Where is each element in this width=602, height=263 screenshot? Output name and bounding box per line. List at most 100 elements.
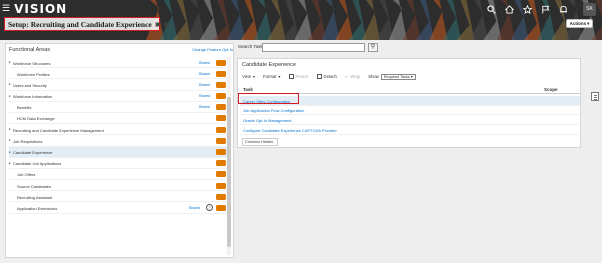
functional-area-label: Application Extensions (17, 205, 58, 211)
highlight-box (238, 93, 299, 104)
edit-toggle-icon[interactable] (216, 93, 226, 100)
functional-area-row[interactable]: Recruiting Assistant (9, 191, 228, 203)
edit-toggle-icon[interactable] (216, 137, 226, 144)
search-tasks-input[interactable] (262, 43, 365, 52)
column-task[interactable]: Task (243, 87, 253, 92)
functional-area-label: Benefits (17, 105, 32, 111)
search-button[interactable]: ⚲ (368, 43, 378, 52)
help-icon[interactable]: ⓘ (172, 20, 178, 29)
task-link[interactable]: Configure Candidate Experience CAPTCHA P… (243, 128, 337, 133)
search-icon[interactable] (487, 5, 496, 14)
functional-area-label: Recruiting Assistant (17, 194, 53, 200)
brand: ☰ VISION (2, 2, 67, 16)
wrap-icon: ↵ (344, 74, 349, 79)
task-row[interactable]: Configure Candidate Experience CAPTCHA P… (240, 125, 580, 135)
search-icon: ⚲ (370, 44, 376, 50)
edit-toggle-icon[interactable] (216, 104, 226, 111)
expand-icon[interactable]: ▸ (9, 138, 11, 142)
shared-link[interactable]: Shared (189, 206, 200, 210)
task-row[interactable]: Oracle Opt-In Management (240, 116, 580, 126)
edit-toggle-icon[interactable] (216, 126, 226, 133)
home-icon[interactable] (505, 5, 514, 14)
functional-area-row[interactable]: Workforce Profiles Shared (9, 68, 228, 80)
functional-area-row[interactable]: ▸ Users and Security Shared (9, 79, 228, 91)
header-icons: SK (487, 3, 596, 16)
functional-area-label: Job Requisitions (13, 138, 43, 144)
edit-toggle-icon[interactable] (216, 81, 226, 88)
flag-icon[interactable] (541, 5, 550, 14)
edit-toggle-icon[interactable] (216, 171, 226, 178)
actions-button[interactable]: Actions ▾ (566, 19, 593, 28)
functional-area-row[interactable]: ▸ Job Requisitions (9, 135, 228, 147)
wrap-button[interactable]: ↵ Wrap (345, 74, 360, 79)
hamburger-icon[interactable]: ☰ (2, 4, 10, 13)
edit-toggle-icon[interactable] (216, 115, 226, 122)
menu-grid-icon[interactable]: ▦ (163, 21, 169, 28)
show-select[interactable]: Required Tasks ▾ (380, 73, 416, 80)
shared-link[interactable]: Shared (199, 94, 210, 98)
shared-link[interactable]: Shared (199, 61, 210, 65)
expand-icon[interactable]: ▸ (9, 150, 11, 154)
edit-toggle-icon[interactable] (216, 182, 226, 189)
detach-label: Detach (323, 74, 337, 79)
shared-link[interactable]: Shared (199, 83, 210, 87)
functional-area-label: Candidate Job Applications (13, 161, 62, 167)
detach-icon (316, 74, 322, 79)
view-menu[interactable]: View ▾ (242, 74, 255, 79)
show-label: Show (368, 74, 379, 79)
help-icon[interactable]: ? (206, 204, 213, 212)
logo[interactable]: VISION (14, 2, 67, 16)
actions-label: Actions (569, 21, 587, 26)
column-scope[interactable]: Scope (544, 87, 558, 92)
edit-toggle-icon[interactable] (216, 193, 226, 200)
edit-toggle-icon[interactable] (216, 160, 226, 167)
freeze-button[interactable]: Freeze (288, 74, 309, 79)
edit-toggle-icon[interactable] (216, 149, 226, 155)
functional-area-label: Workforce Structures (13, 60, 51, 66)
columns-hidden-label: Columns Hidden (245, 140, 274, 144)
expand-icon[interactable]: ▸ (9, 94, 11, 98)
scrollbar[interactable] (227, 57, 231, 255)
page-title: Setup: Recruiting and Candidate Experien… (8, 19, 152, 29)
functional-area-row[interactable]: Application Extensions Shared? (9, 202, 228, 214)
edit-toggle-icon[interactable] (216, 204, 226, 211)
functional-area-row[interactable]: ▸ Recruiting and Candidate Experience Ma… (9, 124, 228, 136)
task-row[interactable]: Job Application Flow Configuration (240, 106, 580, 116)
expand-icon[interactable]: ▸ (9, 82, 11, 86)
expand-icon[interactable]: ▸ (9, 161, 11, 165)
change-feature-opt-in-link[interactable]: Change Feature Opt In (192, 47, 233, 52)
view-label: View (242, 74, 252, 79)
functional-area-row[interactable]: Source Candidates (9, 180, 228, 192)
video-icon[interactable]: ▣ (155, 21, 161, 28)
detach-button[interactable]: Detach (316, 74, 337, 79)
functional-area-row[interactable]: ▸ Workforce Structures Shared (9, 57, 228, 69)
star-icon[interactable] (523, 5, 532, 14)
functional-area-row[interactable]: ▸ Candidate Job Applications (9, 158, 228, 169)
functional-area-label: Job Offers (17, 172, 36, 178)
task-link[interactable]: Oracle Opt-In Management (243, 118, 291, 123)
columns-hidden-indicator[interactable]: Columns Hidden (242, 138, 278, 146)
expand-icon[interactable]: ▸ (9, 127, 11, 131)
task-link[interactable]: Job Application Flow Configuration (243, 108, 304, 113)
functional-area-label: Candidate Experience (13, 150, 53, 155)
functional-area-row[interactable]: Job Offers (9, 169, 228, 181)
functional-area-row[interactable]: ▸ Candidate Experience (9, 146, 228, 158)
functional-areas-panel: Functional Areas Change Feature Opt In ▸… (5, 43, 234, 258)
edit-toggle-icon[interactable] (216, 70, 226, 77)
scrollbar-thumb[interactable] (227, 97, 231, 247)
functional-area-row[interactable]: HCM Data Exchange (9, 113, 228, 125)
avatar[interactable]: SK (583, 3, 596, 16)
shared-link[interactable]: Shared (199, 105, 210, 109)
side-panel-icon[interactable] (591, 92, 599, 101)
functional-area-row[interactable]: Benefits Shared (9, 102, 228, 113)
format-menu[interactable]: Format ▾ (263, 74, 280, 79)
bell-icon[interactable] (559, 5, 568, 14)
edit-toggle-icon[interactable] (216, 59, 226, 66)
functional-area-row[interactable]: ▸ Workforce Information Shared (9, 91, 228, 102)
freeze-icon (288, 74, 294, 79)
shared-link[interactable]: Shared (199, 72, 210, 76)
search-tasks-label: Search Tasks (238, 44, 265, 49)
functional-area-label: Source Candidates (17, 183, 52, 189)
functional-area-label: HCM Data Exchange (17, 116, 55, 122)
expand-icon[interactable]: ▸ (9, 60, 11, 64)
